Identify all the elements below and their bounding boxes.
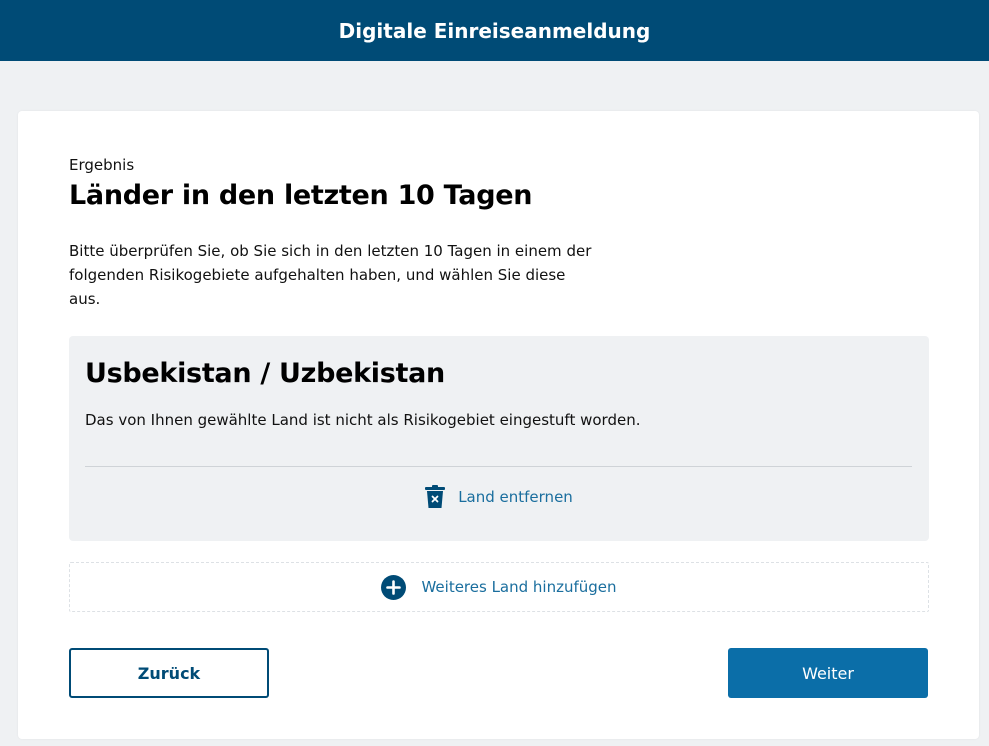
- intro-text: Bitte überprüfen Sie, ob Sie sich in den…: [69, 242, 592, 308]
- app-title: Digitale Einreiseanmeldung: [338, 18, 651, 43]
- main-card: Ergebnis Länder in den letzten 10 Tagen …: [18, 111, 979, 739]
- remove-country-button[interactable]: Land entfernen: [69, 484, 929, 510]
- add-country-label: Weiteres Land hinzufügen: [421, 578, 617, 596]
- trash-icon: [425, 485, 446, 509]
- next-button[interactable]: Weiter: [728, 648, 928, 698]
- app-header: Digitale Einreiseanmeldung: [0, 0, 989, 61]
- plus-circle-icon: [381, 574, 407, 600]
- remove-country-label: Land entfernen: [458, 488, 573, 506]
- section-eyebrow: Ergebnis: [69, 156, 135, 174]
- country-name: Usbekistan / Uzbekistan: [85, 358, 445, 389]
- page-title: Länder in den letzten 10 Tagen: [69, 180, 533, 211]
- country-status-text: Das von Ihnen gewählte Land ist nicht al…: [85, 411, 641, 429]
- divider: [85, 466, 912, 467]
- country-card: Usbekistan / Uzbekistan Das von Ihnen ge…: [69, 336, 929, 541]
- back-button[interactable]: Zurück: [69, 648, 269, 698]
- add-country-button[interactable]: Weiteres Land hinzufügen: [69, 562, 929, 612]
